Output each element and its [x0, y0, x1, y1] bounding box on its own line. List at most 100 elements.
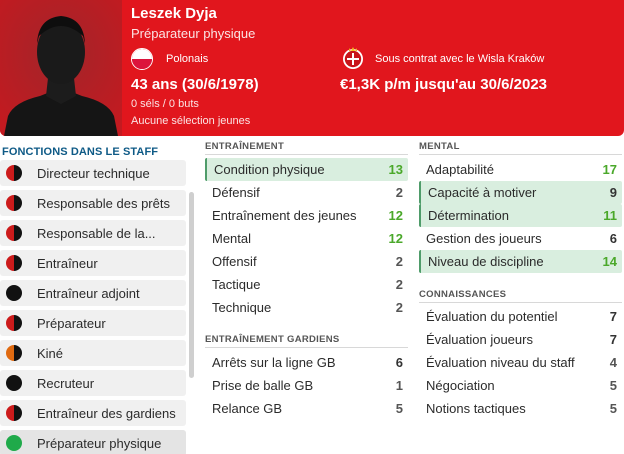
wage-info: €1,3K p/m jusqu'au 30/6/2023	[340, 76, 547, 93]
attribute-label: Arrêts sur la ligne GB	[212, 355, 336, 370]
attribute-label: Négociation	[426, 378, 495, 393]
staff-role-label: Préparateur	[37, 316, 106, 331]
goalkeeping-title: ENTRAÎNEMENT GARDIENS	[205, 334, 340, 345]
attribute-row[interactable]: Arrêts sur la ligne GB 6	[205, 351, 408, 374]
attribute-value: 6	[609, 231, 617, 246]
staff-role-item[interactable]: Entraîneur des gardiens	[0, 400, 186, 426]
staff-role-item[interactable]: Préparateur	[0, 310, 186, 336]
attribute-value: 2	[395, 254, 403, 269]
nationality-link[interactable]: Polonais	[166, 53, 208, 65]
staff-role-label: Kiné	[37, 346, 64, 361]
person-silhouette-icon	[0, 0, 122, 136]
club-crest-icon[interactable]	[342, 46, 364, 71]
attribute-row[interactable]: Gestion des joueurs 6	[419, 227, 622, 250]
role-suitability-icon	[6, 165, 22, 181]
attribute-row[interactable]: Relance GB 5	[205, 397, 408, 420]
staff-role-item[interactable]: Responsable de la...	[0, 220, 186, 246]
attribute-value: 1	[395, 378, 403, 393]
attribute-row[interactable]: Tactique 2	[205, 273, 408, 296]
attribute-value: 5	[395, 401, 403, 416]
attribute-label: Évaluation joueurs	[426, 332, 533, 347]
attribute-label: Gestion des joueurs	[426, 231, 542, 246]
attribute-row[interactable]: Capacité à motiver 9	[419, 181, 622, 204]
attribute-row[interactable]: Négociation 5	[419, 374, 622, 397]
attribute-row[interactable]: Niveau de discipline 14	[419, 250, 622, 273]
training-title: ENTRAÎNEMENT	[205, 141, 285, 152]
youth-caps: Aucune sélection jeunes	[131, 115, 251, 127]
profile-header: Leszek Dyja Préparateur physique Polonai…	[0, 0, 624, 136]
attribute-label: Notions tactiques	[426, 401, 526, 416]
roles-scrollbar[interactable]	[189, 192, 194, 378]
staff-role-label: Directeur technique	[37, 166, 150, 181]
attribute-value: 2	[395, 300, 403, 315]
attribute-value: 14	[602, 254, 617, 269]
staff-role: Préparateur physique	[131, 26, 256, 41]
attribute-value: 12	[388, 208, 403, 223]
attribute-label: Détermination	[428, 208, 509, 223]
contract-club-link[interactable]: Sous contrat avec le Wisla Kraków	[375, 53, 544, 65]
attribute-label: Prise de balle GB	[212, 378, 314, 393]
attribute-row[interactable]: Détermination 11	[419, 204, 622, 227]
attribute-label: Condition physique	[214, 162, 325, 177]
attribute-value: 13	[388, 162, 403, 177]
attribute-label: Niveau de discipline	[428, 254, 544, 269]
staff-profile: Leszek Dyja Préparateur physique Polonai…	[0, 0, 624, 454]
mental-title: MENTAL	[419, 141, 460, 152]
staff-name: Leszek Dyja	[131, 5, 217, 22]
staff-role-item[interactable]: Responsable des prêts	[0, 190, 186, 216]
attribute-row[interactable]: Offensif 2	[205, 250, 408, 273]
training-divider	[205, 154, 408, 155]
attribute-row[interactable]: Notions tactiques 5	[419, 397, 622, 420]
attribute-row[interactable]: Évaluation du potentiel 7	[419, 305, 622, 328]
role-suitability-icon	[6, 345, 22, 361]
attribute-label: Technique	[212, 300, 272, 315]
attribute-value: 2	[395, 185, 403, 200]
knowledge-title: CONNAISSANCES	[419, 289, 507, 300]
attribute-row[interactable]: Technique 2	[205, 296, 408, 319]
attribute-row[interactable]: Défensif 2	[205, 181, 408, 204]
attribute-value: 7	[609, 309, 617, 324]
attribute-value: 17	[602, 162, 617, 177]
staff-roles-title: FONCTIONS DANS LE STAFF	[2, 146, 159, 158]
staff-role-label: Préparateur physique	[37, 436, 162, 451]
attribute-row[interactable]: Entraînement des jeunes 12	[205, 204, 408, 227]
role-suitability-icon	[6, 405, 22, 421]
role-suitability-icon	[6, 315, 22, 331]
attribute-value: 6	[395, 355, 403, 370]
staff-role-item[interactable]: Préparateur physique	[0, 430, 186, 454]
goalkeeping-divider	[205, 347, 408, 348]
attribute-value: 7	[609, 332, 617, 347]
staff-role-item[interactable]: Recruteur	[0, 370, 186, 396]
attribute-value: 4	[609, 355, 617, 370]
attribute-row[interactable]: Évaluation niveau du staff 4	[419, 351, 622, 374]
attribute-row[interactable]: Adaptabilité 17	[419, 158, 622, 181]
attribute-row[interactable]: Mental 12	[205, 227, 408, 250]
attribute-row[interactable]: Évaluation joueurs 7	[419, 328, 622, 351]
staff-role-item[interactable]: Entraîneur adjoint	[0, 280, 186, 306]
staff-role-item[interactable]: Kiné	[0, 340, 186, 366]
role-suitability-icon	[6, 195, 22, 211]
staff-role-label: Responsable de la...	[37, 226, 156, 241]
attribute-label: Tactique	[212, 277, 261, 292]
mental-divider	[419, 154, 622, 155]
role-suitability-icon	[6, 375, 22, 391]
attribute-value: 11	[603, 208, 617, 223]
staff-role-label: Responsable des prêts	[37, 196, 170, 211]
attribute-value: 12	[388, 231, 403, 246]
role-suitability-icon	[6, 255, 22, 271]
attribute-label: Entraînement des jeunes	[212, 208, 357, 223]
attribute-label: Évaluation niveau du staff	[426, 355, 575, 370]
staff-role-label: Recruteur	[37, 376, 95, 391]
staff-role-item[interactable]: Directeur technique	[0, 160, 186, 186]
attribute-row[interactable]: Prise de balle GB 1	[205, 374, 408, 397]
role-suitability-icon	[6, 435, 22, 451]
attribute-row[interactable]: Condition physique 13	[205, 158, 408, 181]
attribute-label: Mental	[212, 231, 252, 246]
staff-role-item[interactable]: Entraîneur	[0, 250, 186, 276]
staff-role-label: Entraîneur	[37, 256, 98, 271]
staff-roles-panel: FONCTIONS DANS LE STAFF Directeur techni…	[0, 140, 196, 454]
attribute-label: Relance GB	[212, 401, 283, 416]
staff-role-label: Entraîneur adjoint	[37, 286, 140, 301]
attribute-value: 9	[609, 185, 617, 200]
attribute-label: Évaluation du potentiel	[426, 309, 558, 324]
